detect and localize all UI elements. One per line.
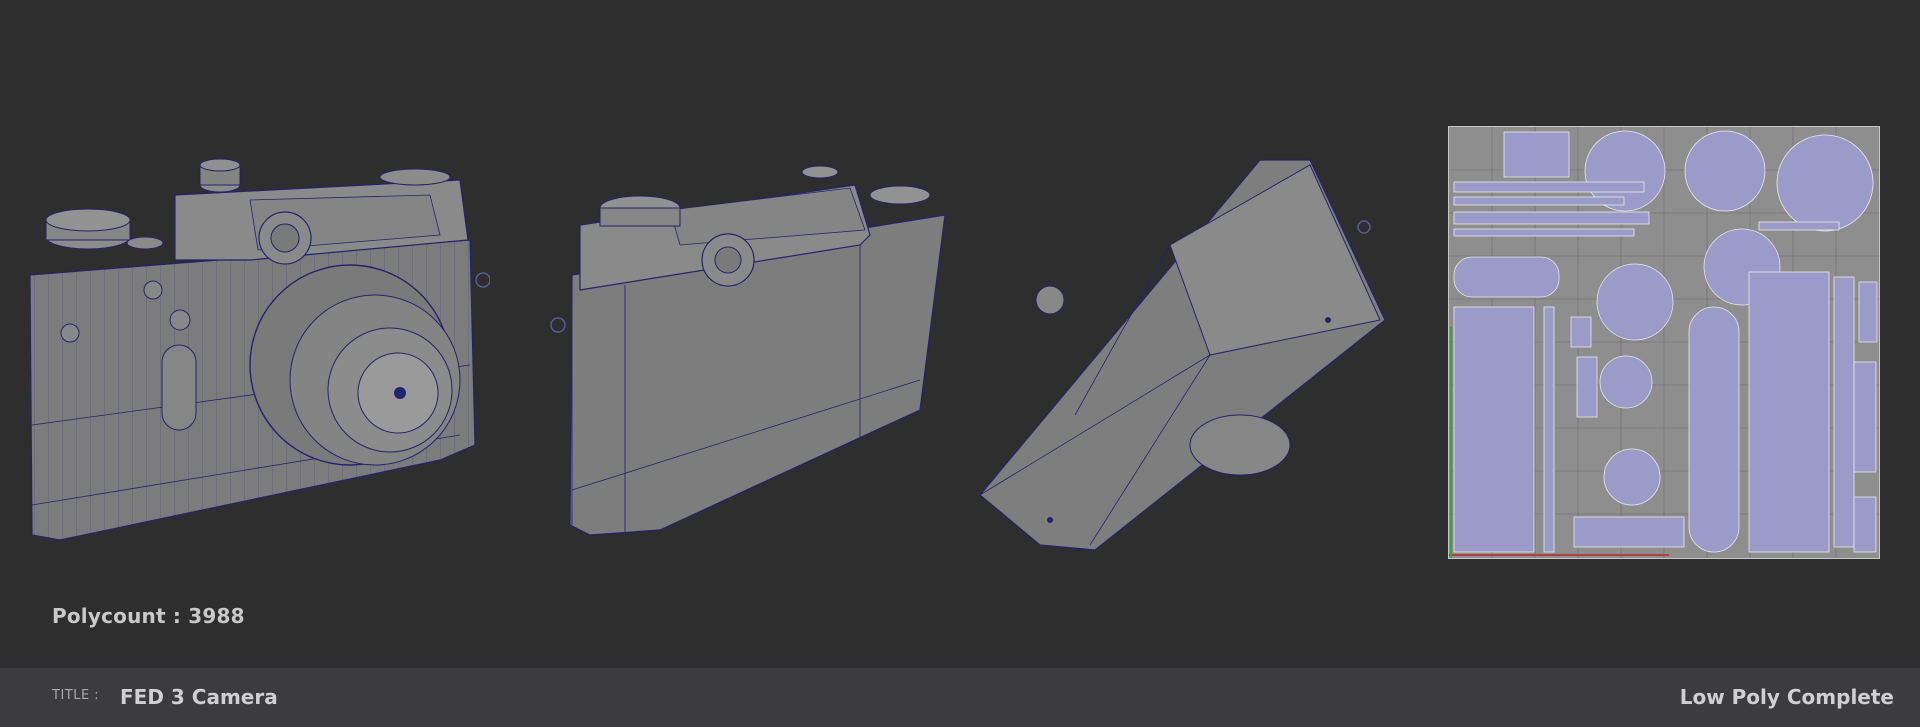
footer-bar: TITLE : FED 3 Camera Low Poly Complete: [0, 668, 1920, 727]
camera-front-render: [29, 158, 490, 541]
viewport: Polycount : 3988: [0, 0, 1920, 668]
title-value: FED 3 Camera: [120, 685, 278, 709]
camera-back-render: [550, 165, 946, 536]
status-label: Low Poly Complete: [1679, 685, 1894, 709]
uv-grid: [1449, 127, 1879, 558]
polycount-label: Polycount : 3988: [52, 604, 245, 628]
camera-bottom-render: [979, 159, 1386, 551]
uv-layout: [1448, 126, 1880, 559]
title-label: TITLE :: [52, 688, 100, 703]
